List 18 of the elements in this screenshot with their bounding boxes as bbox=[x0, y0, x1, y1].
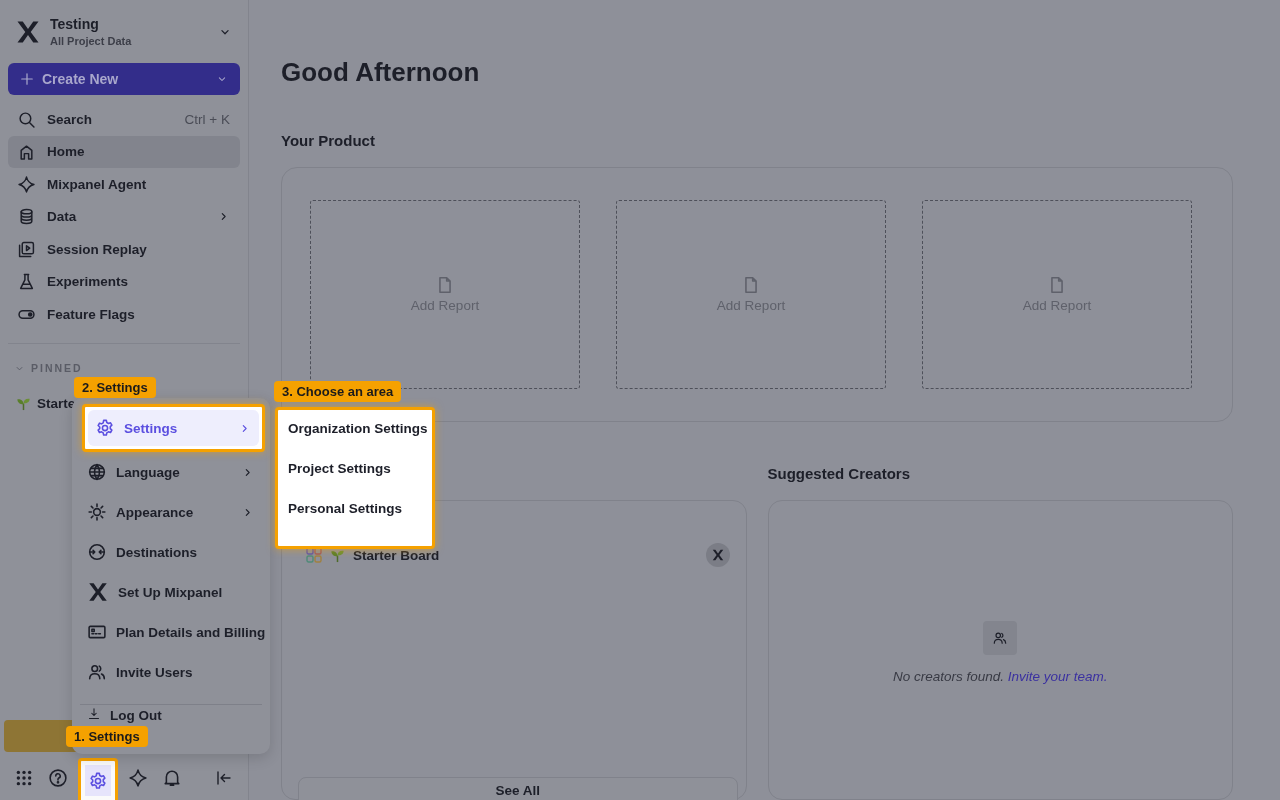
workspace-name: Testing bbox=[50, 16, 100, 32]
section-title: Suggested Creators bbox=[767, 465, 912, 482]
workspace-subtitle: All Project Data bbox=[50, 35, 133, 47]
section-title: Your Product bbox=[281, 132, 376, 149]
nav-label: Data bbox=[47, 209, 78, 225]
nav-label: Home bbox=[47, 144, 86, 160]
nav-label: Feature Flags bbox=[47, 307, 136, 323]
step-label: 3. Choose an area bbox=[274, 381, 402, 402]
nav-label: Mixpanel Agent bbox=[47, 176, 148, 192]
greeting: Good Afternoon bbox=[281, 57, 481, 88]
step-label: 2. Settings bbox=[74, 377, 156, 398]
step-label: 1. Settings bbox=[66, 726, 148, 747]
nav-label: Experiments bbox=[47, 274, 130, 290]
nav-label: Session Replay bbox=[47, 241, 148, 257]
board-title: Starter Board bbox=[353, 547, 440, 563]
nav-label: Search bbox=[47, 111, 94, 127]
shortcut-hint: Ctrl + K bbox=[184, 111, 230, 127]
empty-message: No creators found. Invite your team. bbox=[892, 669, 1108, 684]
